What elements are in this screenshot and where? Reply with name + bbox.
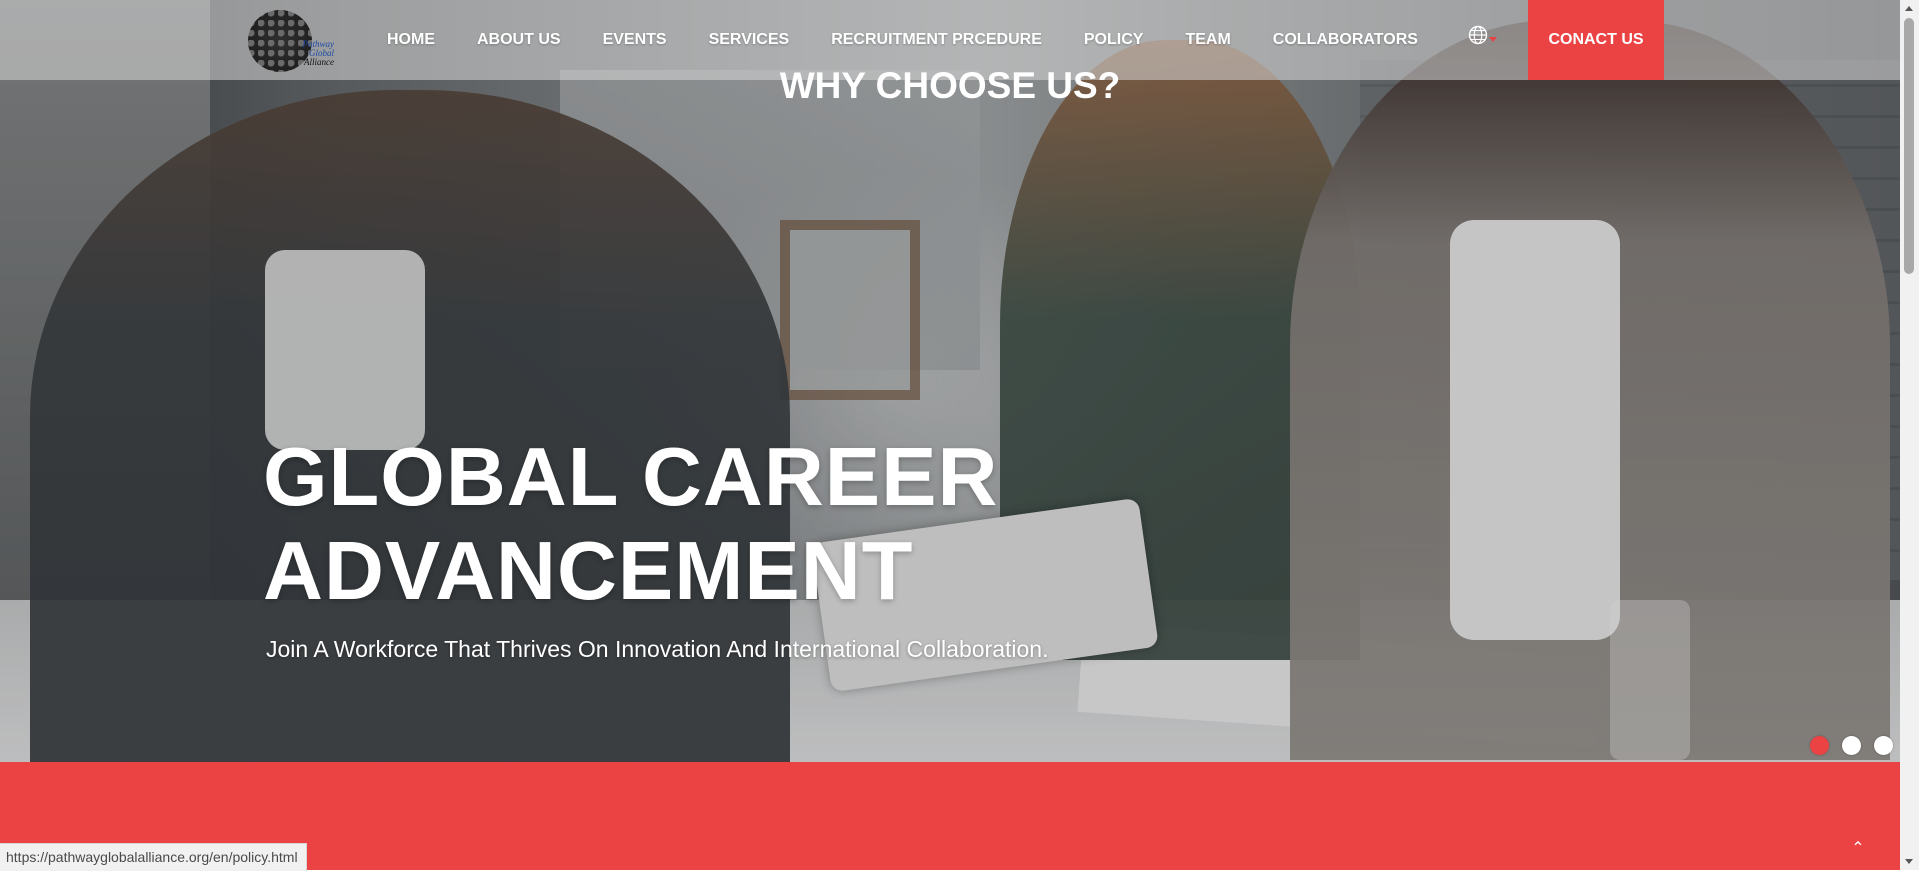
hero-title-line-2: ADVANCEMENT bbox=[263, 524, 914, 617]
carousel-dot-2[interactable] bbox=[1842, 736, 1861, 755]
carousel-dot-1[interactable] bbox=[1810, 736, 1829, 755]
nav-events[interactable]: EVENTS bbox=[582, 31, 688, 49]
nav-policy[interactable]: POLICY bbox=[1063, 31, 1165, 49]
scrollbar-thumb[interactable] bbox=[1904, 18, 1914, 274]
globe-icon bbox=[1468, 25, 1488, 45]
nav-recruitment-procedure[interactable]: RECRUITMENT PRCEDURE bbox=[810, 31, 1063, 49]
caret-down-icon bbox=[1489, 37, 1497, 42]
hero-subtitle: Join A Workforce That Thrives On Innovat… bbox=[266, 636, 1049, 662]
language-selector[interactable] bbox=[1468, 24, 1498, 48]
nav-services[interactable]: SERVICES bbox=[688, 31, 811, 49]
site-logo[interactable]: Pathway Global Alliance bbox=[248, 10, 334, 72]
chevron-up-icon: ⌃ bbox=[1851, 840, 1865, 857]
carousel-dots bbox=[1810, 736, 1893, 756]
why-choose-us-title: WHY CHOOSE US? bbox=[779, 65, 1121, 106]
nav-team[interactable]: TEAM bbox=[1164, 31, 1251, 49]
logo-wordmark: Pathway Global Alliance bbox=[278, 40, 335, 67]
back-to-top-button[interactable]: ⌃ bbox=[1846, 836, 1870, 860]
nav-collaborators[interactable]: COLLABORATORS bbox=[1252, 31, 1439, 49]
hero-title-line-1: GLOBAL CAREER bbox=[263, 430, 999, 523]
nav-about-us[interactable]: ABOUT US bbox=[456, 31, 582, 49]
scroll-up-arrow-icon[interactable] bbox=[1900, 0, 1919, 17]
scroll-down-arrow-icon[interactable] bbox=[1900, 853, 1919, 870]
carousel-dot-3[interactable] bbox=[1874, 736, 1893, 755]
nav-home[interactable]: HOME bbox=[366, 31, 456, 49]
status-bar-url: https://pathwayglobalalliance.org/en/pol… bbox=[0, 843, 307, 871]
page-scrollbar[interactable] bbox=[1900, 0, 1919, 870]
hero-title: GLOBAL CAREER ADVANCEMENT bbox=[263, 430, 1163, 618]
